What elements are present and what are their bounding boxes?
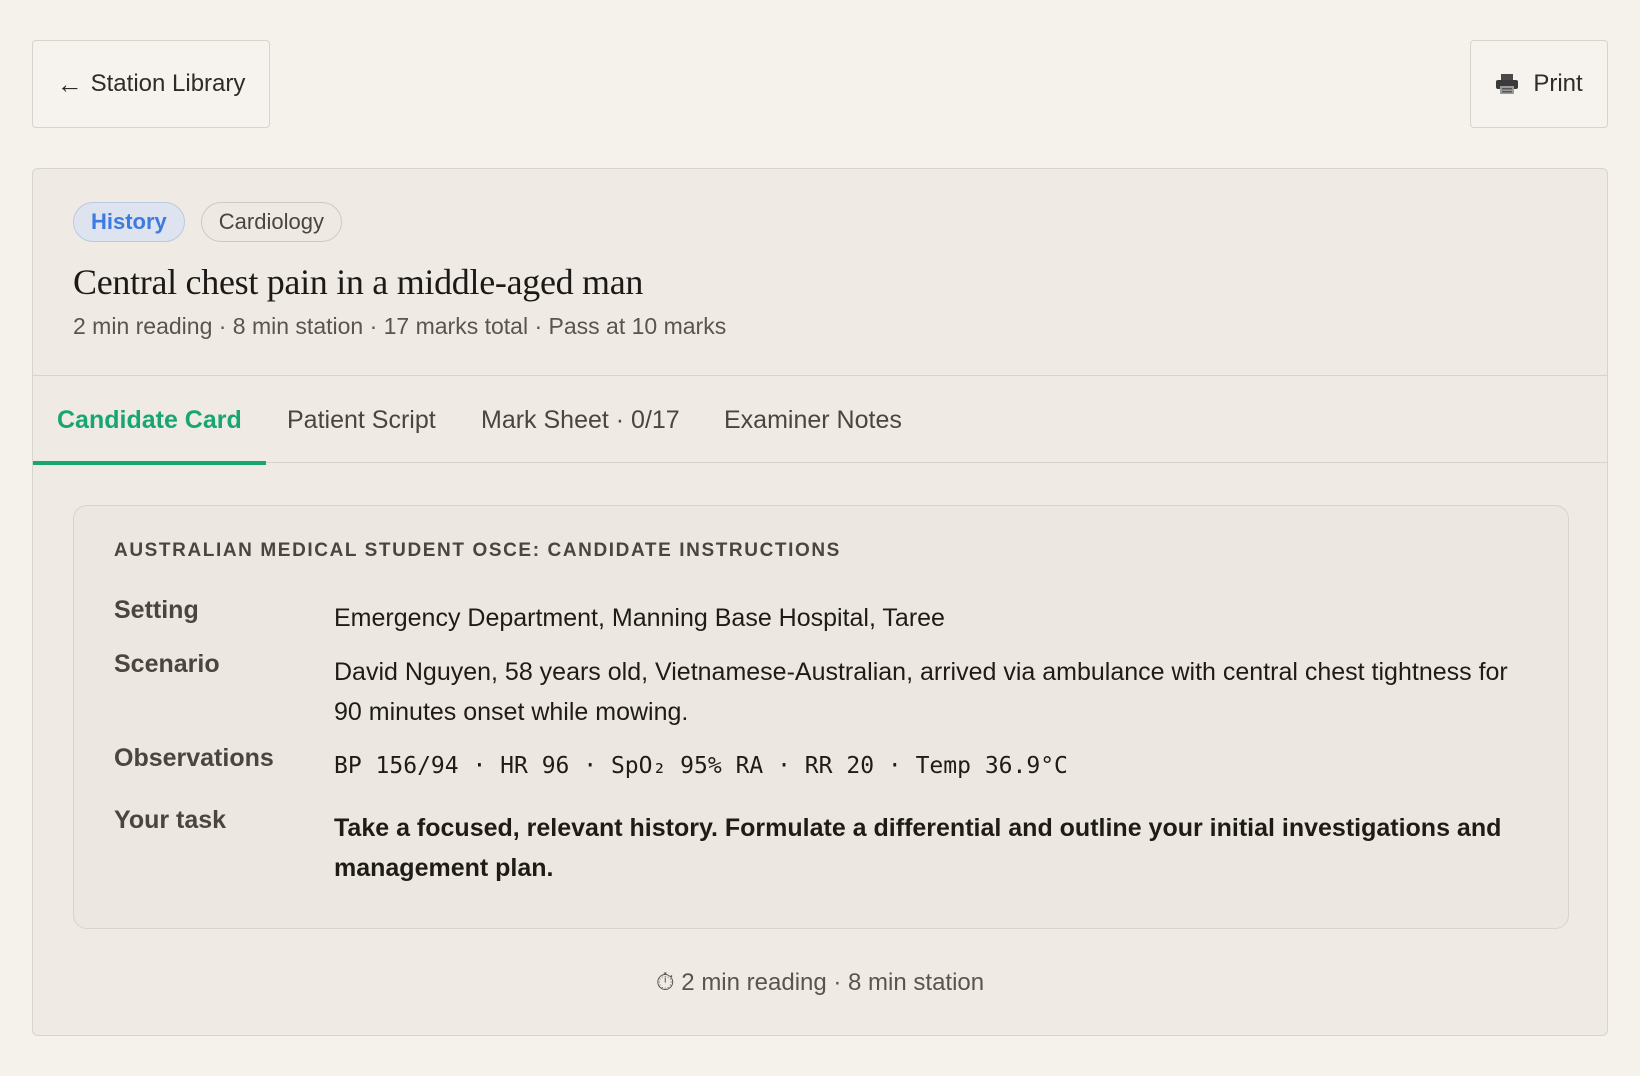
tag-history: History — [73, 202, 185, 242]
setting-label: Setting — [114, 596, 199, 624]
back-to-station-library-button[interactable]: ← Station Library — [32, 40, 270, 128]
station-card: History Cardiology Central chest pain in… — [32, 168, 1608, 1036]
back-arrow-icon: ← — [56, 68, 83, 99]
timing-text: 2 min reading · 8 min station — [681, 969, 985, 996]
scenario-row: Scenario David Nguyen, 58 years old, Vie… — [114, 650, 1528, 730]
scenario-value: David Nguyen, 58 years old, Vietnamese-A… — [334, 658, 1508, 726]
station-tags: History Cardiology — [73, 202, 342, 242]
task-label: Your task — [114, 806, 227, 834]
print-button-label: Print — [1533, 70, 1583, 97]
observations-value: BP 156/94 · HR 96 · SpO₂ 95% RA · RR 20 … — [334, 753, 1068, 779]
task-row: Your task Take a focused, relevant histo… — [114, 806, 1528, 890]
candidate-instructions-panel: AUSTRALIAN MEDICAL STUDENT OSCE: CANDIDA… — [73, 505, 1569, 929]
back-button-label: Station Library — [90, 70, 246, 97]
printer-icon — [1496, 74, 1519, 94]
tab-patient-script[interactable]: Patient Script — [263, 377, 460, 463]
tab-bar: Candidate Card Patient Script Mark Sheet… — [33, 377, 1607, 465]
station-meta: 2 min reading · 8 min station · 17 marks… — [73, 313, 727, 339]
scenario-label: Scenario — [114, 650, 220, 678]
station-title: Central chest pain in a middle-aged man — [73, 262, 644, 302]
setting-row: Setting Emergency Department, Manning Ba… — [114, 596, 1528, 636]
top-bar: ← Station Library Print — [32, 40, 1608, 128]
timer-icon: ⏱ — [655, 969, 675, 996]
tab-mark-sheet[interactable]: Mark Sheet · 0/17 — [457, 377, 704, 463]
tag-cardiology: Cardiology — [200, 202, 342, 242]
setting-value: Emergency Department, Manning Base Hospi… — [334, 604, 945, 632]
print-button[interactable]: Print — [1470, 40, 1608, 128]
tab-examiner-notes[interactable]: Examiner Notes — [700, 377, 926, 463]
observations-label: Observations — [114, 744, 274, 772]
tab-candidate-card[interactable]: Candidate Card — [33, 377, 266, 465]
observations-row: Observations BP 156/94 · HR 96 · SpO₂ 95… — [114, 744, 1528, 784]
task-value: Take a focused, relevant history. Formul… — [334, 814, 1502, 882]
instructions-heading: AUSTRALIAN MEDICAL STUDENT OSCE: CANDIDA… — [114, 540, 841, 561]
station-header: History Cardiology Central chest pain in… — [33, 169, 1607, 376]
timing-footer: ⏱ 2 min reading · 8 min station — [33, 969, 1607, 997]
